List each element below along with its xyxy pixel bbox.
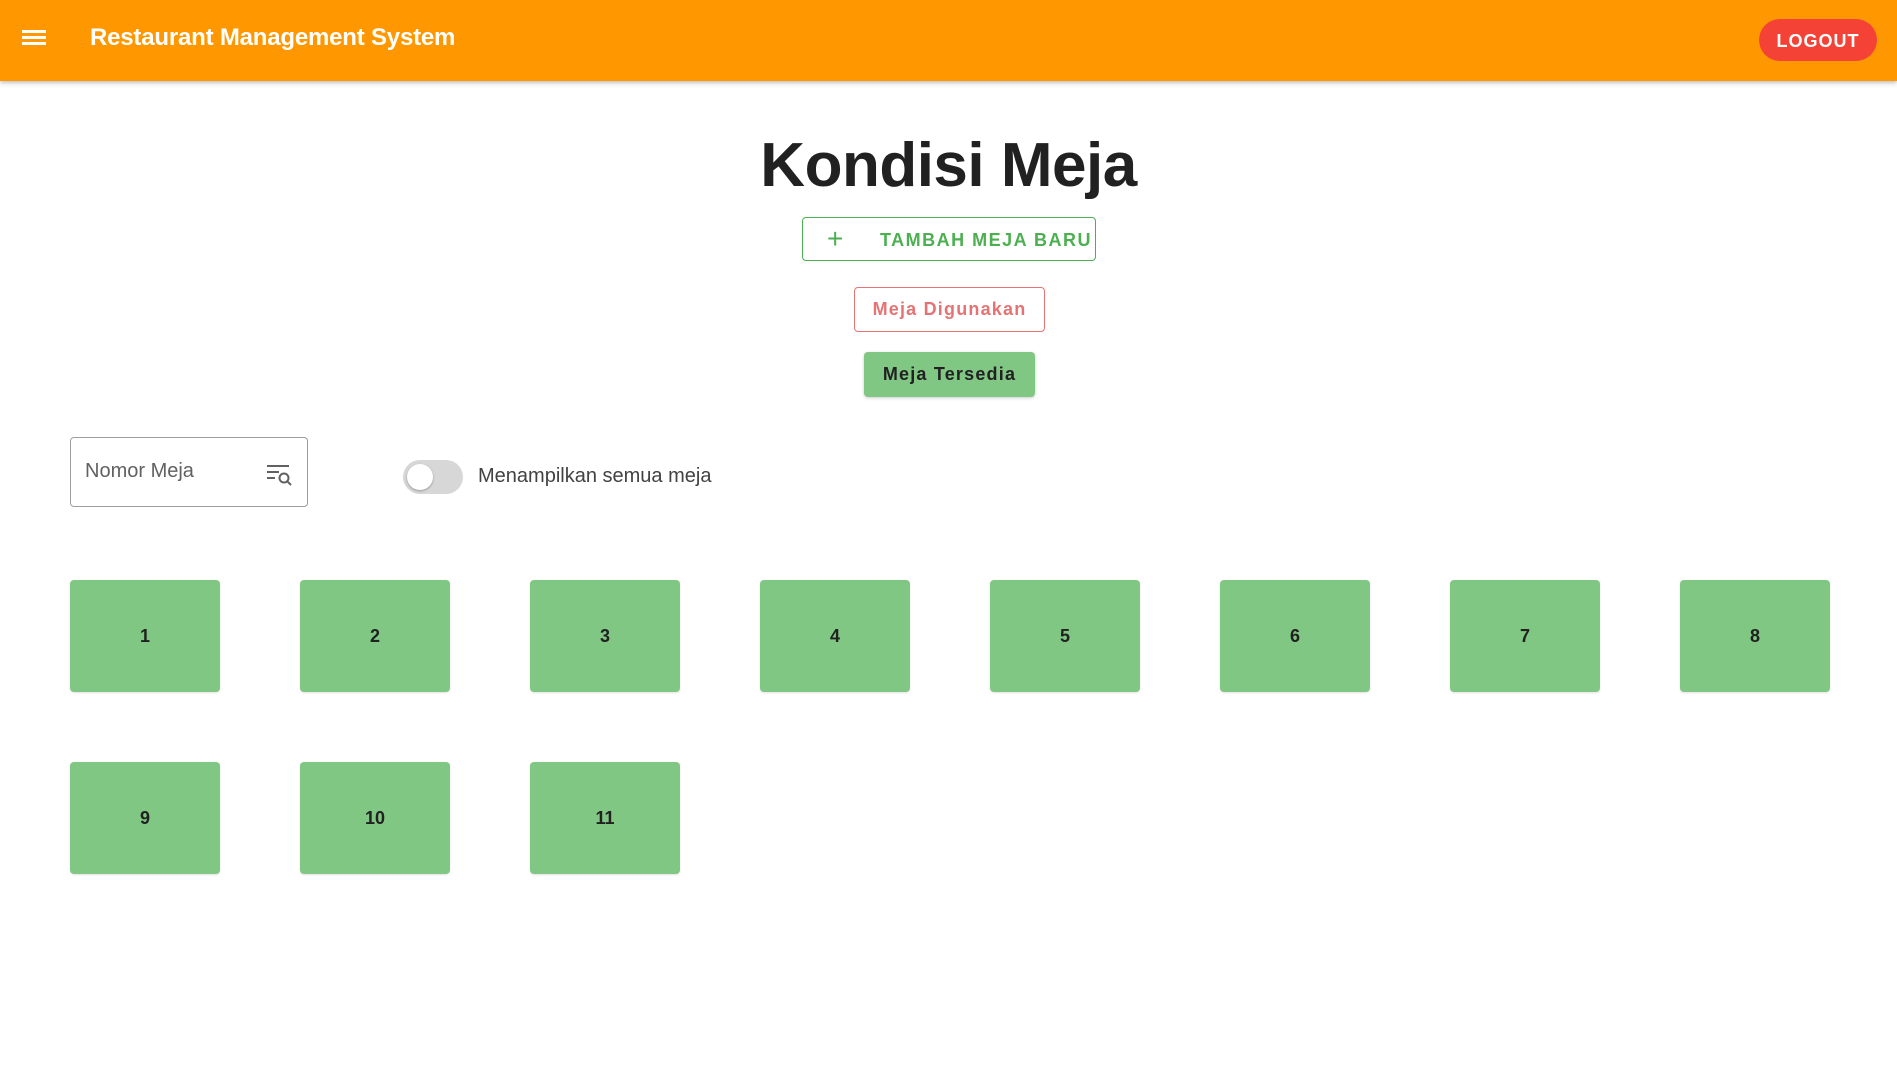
table-number-search-field[interactable]: [70, 437, 308, 507]
table-tile[interactable]: 8: [1680, 580, 1830, 692]
app-title: Restaurant Management System: [90, 24, 456, 51]
add-table-button[interactable]: + TAMBAH MEJA BARU: [802, 217, 1096, 261]
table-tile[interactable]: 5: [990, 580, 1140, 692]
table-tile[interactable]: 9: [70, 762, 220, 874]
table-tile[interactable]: 2: [300, 580, 450, 692]
table-tile[interactable]: 3: [530, 580, 680, 692]
menu-icon[interactable]: [20, 27, 48, 53]
table-tile[interactable]: 10: [300, 762, 450, 874]
table-tile[interactable]: 6: [1220, 580, 1370, 692]
filter-available-tables-button[interactable]: Meja Tersedia: [864, 352, 1035, 397]
page-title: Kondisi Meja: [760, 131, 1137, 200]
table-tile[interactable]: 4: [760, 580, 910, 692]
logout-button[interactable]: LOGOUT: [1759, 19, 1877, 61]
table-tile[interactable]: 7: [1450, 580, 1600, 692]
table-tile[interactable]: 1: [70, 580, 220, 692]
show-all-tables-toggle[interactable]: [403, 460, 463, 494]
toggle-knob: [407, 464, 433, 490]
plus-icon: +: [827, 223, 845, 254]
table-tile[interactable]: 11: [530, 762, 680, 874]
add-table-label: TAMBAH MEJA BARU: [880, 230, 1092, 250]
filter-search-icon[interactable]: [265, 460, 293, 488]
table-number-input[interactable]: [85, 460, 245, 483]
filter-used-tables-button[interactable]: Meja Digunakan: [854, 287, 1045, 332]
show-all-tables-label: Menampilkan semua meja: [478, 465, 712, 487]
app-bar: Restaurant Management System LOGOUT: [0, 0, 1897, 81]
